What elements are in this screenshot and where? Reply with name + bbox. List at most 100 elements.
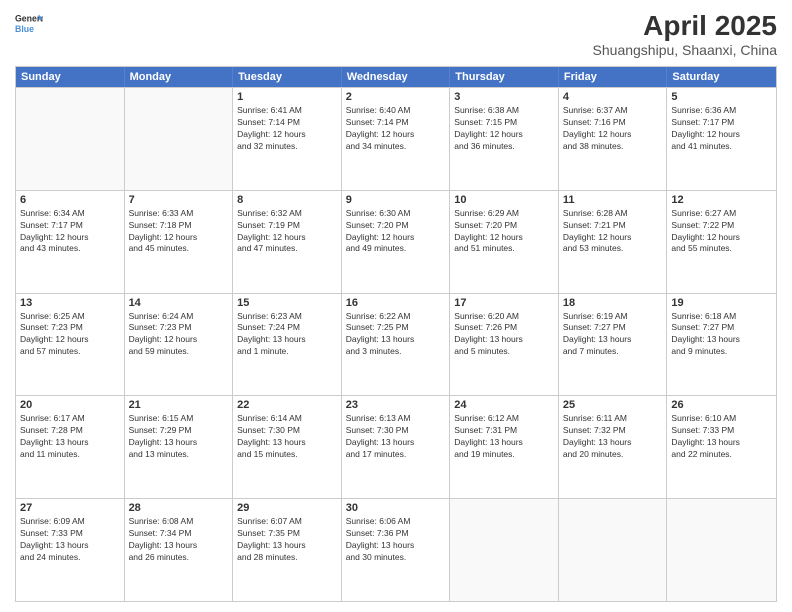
header: General Blue April 2025 Shuangshipu, Sha… <box>15 10 777 58</box>
calendar-week-2: 6 Sunrise: 6:34 AMSunset: 7:17 PMDaylight… <box>16 190 776 293</box>
day-number: 23 <box>346 399 446 411</box>
calendar-cell: 6 Sunrise: 6:34 AMSunset: 7:17 PMDaylight… <box>16 191 125 293</box>
day-info: Sunrise: 6:11 AMSunset: 7:32 PMDaylight:… <box>563 413 663 461</box>
calendar-cell: 28 Sunrise: 6:08 AMSunset: 7:34 PMDayligh… <box>125 499 234 601</box>
calendar-week-4: 20Sunrise: 6:17 AMSunset: 7:28 PMDayligh… <box>16 395 776 498</box>
calendar-cell: 17 Sunrise: 6:20 AMSunset: 7:26 PMDayligh… <box>450 294 559 396</box>
day-info: Sunrise: 6:23 AMSunset: 7:24 PMDaylight:… <box>237 311 337 359</box>
title-block: April 2025 Shuangshipu, Shaanxi, China <box>593 10 777 58</box>
day-info: Sunrise: 6:37 AMSunset: 7:16 PMDaylight:… <box>563 105 663 153</box>
day-number: 11 <box>563 194 663 206</box>
calendar-cell: 26Sunrise: 6:10 AMSunset: 7:33 PMDayligh… <box>667 396 776 498</box>
calendar-cell <box>125 88 234 190</box>
day-number: 1 <box>237 91 337 103</box>
day-of-week-friday: Friday <box>559 67 668 87</box>
day-info: Sunrise: 6:29 AMSunset: 7:20 PMDaylight:… <box>454 208 554 256</box>
calendar-cell <box>667 499 776 601</box>
month-year-title: April 2025 <box>593 10 777 42</box>
day-info: Sunrise: 6:19 AMSunset: 7:27 PMDaylight:… <box>563 311 663 359</box>
day-number: 26 <box>671 399 772 411</box>
day-number: 15 <box>237 297 337 309</box>
day-info: Sunrise: 6:40 AMSunset: 7:14 PMDaylight:… <box>346 105 446 153</box>
day-info: Sunrise: 6:12 AMSunset: 7:31 PMDaylight:… <box>454 413 554 461</box>
calendar-cell: 19 Sunrise: 6:18 AMSunset: 7:27 PMDayligh… <box>667 294 776 396</box>
calendar-cell: 11Sunrise: 6:28 AMSunset: 7:21 PMDayligh… <box>559 191 668 293</box>
logo: General Blue <box>15 10 43 38</box>
day-number: 20 <box>20 399 120 411</box>
day-number: 30 <box>346 502 446 514</box>
day-info: Sunrise: 6:15 AMSunset: 7:29 PMDaylight:… <box>129 413 229 461</box>
calendar-body: 1 Sunrise: 6:41 AMSunset: 7:14 PMDaylight… <box>16 87 776 601</box>
calendar-cell: 16 Sunrise: 6:22 AMSunset: 7:25 PMDayligh… <box>342 294 451 396</box>
day-number: 13 <box>20 297 120 309</box>
day-number: 25 <box>563 399 663 411</box>
day-info: Sunrise: 6:18 AMSunset: 7:27 PMDaylight:… <box>671 311 772 359</box>
day-info: Sunrise: 6:33 AMSunset: 7:18 PMDaylight:… <box>129 208 229 256</box>
calendar-header: SundayMondayTuesdayWednesdayThursdayFrid… <box>16 67 776 87</box>
day-number: 10 <box>454 194 554 206</box>
calendar-cell: 29Sunrise: 6:07 AMSunset: 7:35 PMDayligh… <box>233 499 342 601</box>
day-info: Sunrise: 6:06 AMSunset: 7:36 PMDaylight:… <box>346 516 446 564</box>
calendar: SundayMondayTuesdayWednesdayThursdayFrid… <box>15 66 777 602</box>
day-number: 6 <box>20 194 120 206</box>
calendar-cell <box>559 499 668 601</box>
day-of-week-monday: Monday <box>125 67 234 87</box>
day-number: 29 <box>237 502 337 514</box>
calendar-cell: 13 Sunrise: 6:25 AMSunset: 7:23 PMDayligh… <box>16 294 125 396</box>
day-number: 24 <box>454 399 554 411</box>
day-info: Sunrise: 6:30 AMSunset: 7:20 PMDaylight:… <box>346 208 446 256</box>
day-number: 27 <box>20 502 120 514</box>
calendar-cell <box>16 88 125 190</box>
day-number: 7 <box>129 194 229 206</box>
day-of-week-saturday: Saturday <box>667 67 776 87</box>
logo-icon: General Blue <box>15 10 43 38</box>
day-info: Sunrise: 6:09 AMSunset: 7:33 PMDaylight:… <box>20 516 120 564</box>
page: General Blue April 2025 Shuangshipu, Sha… <box>0 0 792 612</box>
calendar-cell: 15 Sunrise: 6:23 AMSunset: 7:24 PMDayligh… <box>233 294 342 396</box>
day-of-week-thursday: Thursday <box>450 67 559 87</box>
day-info: Sunrise: 6:36 AMSunset: 7:17 PMDaylight:… <box>671 105 772 153</box>
calendar-cell: 30 Sunrise: 6:06 AMSunset: 7:36 PMDayligh… <box>342 499 451 601</box>
calendar-cell: 5 Sunrise: 6:36 AMSunset: 7:17 PMDaylight… <box>667 88 776 190</box>
day-info: Sunrise: 6:22 AMSunset: 7:25 PMDaylight:… <box>346 311 446 359</box>
day-info: Sunrise: 6:27 AMSunset: 7:22 PMDaylight:… <box>671 208 772 256</box>
calendar-cell <box>450 499 559 601</box>
day-info: Sunrise: 6:34 AMSunset: 7:17 PMDaylight:… <box>20 208 120 256</box>
calendar-week-1: 1 Sunrise: 6:41 AMSunset: 7:14 PMDaylight… <box>16 87 776 190</box>
calendar-cell: 25 Sunrise: 6:11 AMSunset: 7:32 PMDayligh… <box>559 396 668 498</box>
day-info: Sunrise: 6:41 AMSunset: 7:14 PMDaylight:… <box>237 105 337 153</box>
location-subtitle: Shuangshipu, Shaanxi, China <box>593 42 777 58</box>
calendar-cell: 3Sunrise: 6:38 AMSunset: 7:15 PMDaylight… <box>450 88 559 190</box>
day-info: Sunrise: 6:32 AMSunset: 7:19 PMDaylight:… <box>237 208 337 256</box>
day-number: 28 <box>129 502 229 514</box>
day-info: Sunrise: 6:14 AMSunset: 7:30 PMDaylight:… <box>237 413 337 461</box>
day-number: 9 <box>346 194 446 206</box>
calendar-cell: 10 Sunrise: 6:29 AMSunset: 7:20 PMDayligh… <box>450 191 559 293</box>
calendar-cell: 23Sunrise: 6:13 AMSunset: 7:30 PMDayligh… <box>342 396 451 498</box>
day-of-week-wednesday: Wednesday <box>342 67 451 87</box>
day-number: 12 <box>671 194 772 206</box>
day-number: 4 <box>563 91 663 103</box>
day-info: Sunrise: 6:20 AMSunset: 7:26 PMDaylight:… <box>454 311 554 359</box>
day-number: 19 <box>671 297 772 309</box>
calendar-cell: 22 Sunrise: 6:14 AMSunset: 7:30 PMDayligh… <box>233 396 342 498</box>
day-number: 18 <box>563 297 663 309</box>
calendar-cell: 14Sunrise: 6:24 AMSunset: 7:23 PMDayligh… <box>125 294 234 396</box>
day-number: 22 <box>237 399 337 411</box>
day-number: 8 <box>237 194 337 206</box>
calendar-cell: 27 Sunrise: 6:09 AMSunset: 7:33 PMDayligh… <box>16 499 125 601</box>
day-number: 14 <box>129 297 229 309</box>
day-info: Sunrise: 6:38 AMSunset: 7:15 PMDaylight:… <box>454 105 554 153</box>
calendar-cell: 1 Sunrise: 6:41 AMSunset: 7:14 PMDaylight… <box>233 88 342 190</box>
day-number: 21 <box>129 399 229 411</box>
calendar-cell: 7 Sunrise: 6:33 AMSunset: 7:18 PMDaylight… <box>125 191 234 293</box>
day-number: 17 <box>454 297 554 309</box>
day-number: 16 <box>346 297 446 309</box>
svg-text:Blue: Blue <box>15 24 34 34</box>
day-of-week-tuesday: Tuesday <box>233 67 342 87</box>
calendar-cell: 21 Sunrise: 6:15 AMSunset: 7:29 PMDayligh… <box>125 396 234 498</box>
day-number: 5 <box>671 91 772 103</box>
day-info: Sunrise: 6:25 AMSunset: 7:23 PMDaylight:… <box>20 311 120 359</box>
day-info: Sunrise: 6:08 AMSunset: 7:34 PMDaylight:… <box>129 516 229 564</box>
calendar-cell: 18 Sunrise: 6:19 AMSunset: 7:27 PMDayligh… <box>559 294 668 396</box>
